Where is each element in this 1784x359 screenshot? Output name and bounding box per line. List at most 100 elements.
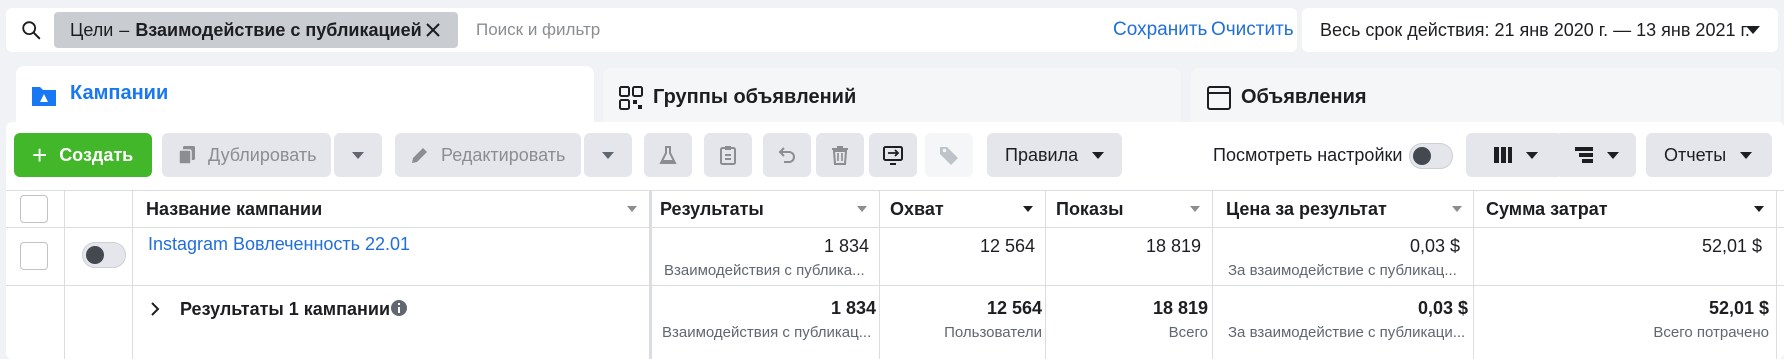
ad-window-icon	[1207, 86, 1231, 110]
create-button-label: Создать	[59, 144, 134, 165]
filter-chip-value: Взаимодействие с публикацией	[135, 19, 422, 40]
tag-button[interactable]	[925, 133, 973, 177]
totals-label: Результаты 1 кампании	[180, 299, 391, 319]
duplicate-dropdown-button[interactable]	[334, 133, 382, 177]
tab-ad-sets[interactable]: Группы объявлений	[603, 68, 1181, 128]
chevron-down-icon[interactable]	[1452, 206, 1462, 212]
undo-button[interactable]	[763, 133, 811, 177]
columns-icon	[1493, 147, 1512, 163]
divider	[64, 190, 65, 359]
compare-button[interactable]	[869, 133, 917, 177]
select-all-checkbox[interactable]	[20, 195, 48, 223]
row-cost-per-result: 0,03 $	[1409, 236, 1460, 256]
folder-icon	[32, 87, 56, 106]
duplicate-button-label: Дублировать	[208, 144, 317, 165]
edit-button[interactable]: Редактировать	[395, 133, 581, 177]
divider	[132, 190, 133, 359]
campaign-name-link[interactable]: Instagram Вовлеченность 22.01	[148, 234, 410, 255]
chevron-down-icon[interactable]	[857, 206, 867, 212]
filter-chip[interactable]: Цели – Взаимодействие с публикацией	[54, 12, 458, 48]
header-amount-spent[interactable]: Сумма затрат	[1486, 199, 1608, 220]
rules-label: Правила	[1005, 144, 1079, 165]
pencil-icon	[412, 148, 427, 163]
row-cost-sub: За взаимодействие с публикац...	[1228, 262, 1457, 279]
compare-icon	[883, 146, 903, 165]
tab-campaigns[interactable]: Кампании	[16, 66, 594, 136]
divider	[1473, 190, 1474, 359]
trash-icon	[832, 146, 848, 165]
row-checkbox[interactable]	[20, 242, 48, 270]
row-results: 1 834	[823, 236, 869, 256]
chevron-down-icon[interactable]	[1190, 206, 1200, 212]
search-input[interactable]: Поиск и фильтр	[476, 20, 600, 40]
header-results[interactable]: Результаты	[660, 199, 764, 220]
date-range-picker[interactable]: Весь срок действия: 21 янв 2020 г. — 13 …	[1302, 8, 1778, 52]
edit-button-label: Редактировать	[441, 144, 566, 165]
header-campaign-name[interactable]: Название кампании	[146, 199, 322, 220]
totals-reach-sub: Пользователи	[944, 324, 1042, 341]
search-icon	[22, 21, 41, 40]
header-impressions[interactable]: Показы	[1056, 199, 1124, 220]
close-icon[interactable]	[424, 21, 442, 39]
view-settings-label: Посмотреть настройки	[1213, 145, 1403, 165]
divider	[1045, 190, 1046, 359]
totals-cost-sub: За взаимодействие с публикаци...	[1228, 324, 1466, 341]
duplicate-icon	[178, 146, 195, 165]
totals-impressions: 18 819	[1152, 298, 1208, 318]
tag-icon	[940, 147, 958, 165]
row-amount-spent: 52,01 $	[1701, 236, 1762, 256]
clipboard-icon	[720, 146, 736, 165]
toggle-knob	[86, 246, 104, 264]
rules-dropdown[interactable]: Правила	[987, 133, 1122, 177]
divider	[649, 190, 652, 359]
totals-impressions-sub: Всего	[1168, 324, 1208, 341]
delete-button[interactable]	[816, 133, 864, 177]
divider	[6, 285, 1784, 286]
breakdown-dropdown[interactable]	[1556, 133, 1636, 177]
tab-campaigns-label: Кампании	[70, 82, 169, 104]
divider	[1212, 190, 1213, 359]
chevron-down-icon	[1607, 151, 1619, 159]
view-settings-toggle[interactable]	[1409, 143, 1453, 169]
grid-icon	[619, 86, 643, 110]
plus-icon: +	[32, 140, 48, 170]
flask-icon	[659, 146, 677, 164]
date-range-label: Весь срок действия: 21 янв 2020 г. — 13 …	[1320, 20, 1750, 40]
totals-results-sub: Взаимодействия с публикац...	[662, 324, 872, 341]
duplicate-button[interactable]: Дублировать	[162, 133, 331, 177]
divider	[1776, 190, 1777, 359]
totals-reach: 12 564	[986, 298, 1042, 318]
totals-results: 1 834	[830, 298, 876, 318]
chevron-down-icon	[1525, 151, 1538, 159]
chevron-down-icon[interactable]	[627, 206, 637, 212]
ab-test-button[interactable]	[644, 133, 692, 177]
info-icon[interactable]	[390, 299, 408, 317]
breakdown-icon	[1575, 147, 1593, 163]
reports-dropdown[interactable]: Отчеты	[1646, 133, 1772, 177]
chevron-down-icon	[1746, 26, 1760, 34]
tab-ads[interactable]: Объявления	[1191, 68, 1781, 128]
save-filter-link[interactable]: Сохранить	[1113, 19, 1207, 41]
chevron-down-icon[interactable]	[1023, 206, 1033, 212]
totals-cost-per-result: 0,03 $	[1417, 298, 1468, 318]
reports-label: Отчеты	[1664, 144, 1727, 165]
chevron-down-icon	[1740, 151, 1753, 159]
campaign-status-toggle[interactable]	[82, 242, 126, 268]
tab-ads-label: Объявления	[1241, 86, 1367, 108]
header-reach[interactable]: Охват	[890, 199, 944, 220]
row-reach: 12 564	[979, 236, 1035, 256]
columns-dropdown[interactable]	[1466, 133, 1563, 177]
chevron-down-icon	[1092, 151, 1105, 159]
edit-dropdown-button[interactable]	[584, 133, 632, 177]
tab-ad-sets-label: Группы объявлений	[653, 86, 857, 108]
search-bar[interactable]: Цели – Взаимодействие с публикацией Поис…	[6, 8, 1297, 52]
clear-filter-link[interactable]: Очистить	[1211, 19, 1294, 41]
filter-chip-separator: –	[119, 19, 130, 40]
header-cost-per-result[interactable]: Цена за результат	[1226, 199, 1387, 220]
campaigns-table: Название кампании Результаты Охват Показ…	[6, 190, 1784, 359]
create-button[interactable]: + Создать	[14, 133, 152, 177]
clipboard-button[interactable]	[704, 133, 752, 177]
totals-amount-spent: 52,01 $	[1708, 298, 1769, 318]
chevron-down-icon[interactable]	[1754, 206, 1764, 212]
chevron-right-icon[interactable]	[148, 298, 162, 320]
